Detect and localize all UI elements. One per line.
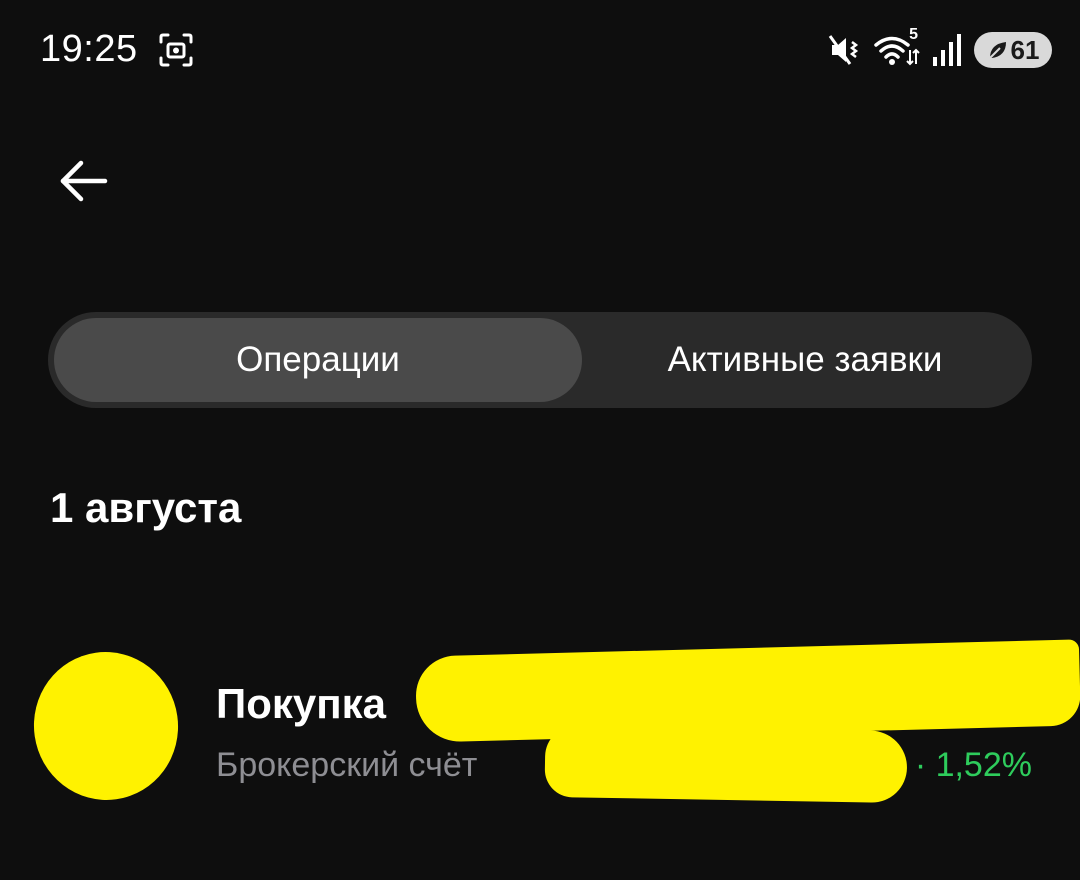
wifi-icon: 5: [874, 26, 920, 68]
redaction-mark: [544, 724, 908, 804]
date-group-header: 1 августа: [50, 484, 242, 531]
wifi-badge: 5: [909, 26, 918, 43]
vibrate-mute-icon: [828, 32, 862, 68]
operations-tabs: Операции Активные заявки: [48, 312, 1032, 408]
tab-active-orders[interactable]: Активные заявки: [584, 318, 1026, 402]
back-button[interactable]: [52, 152, 114, 210]
operation-account: Брокерский счёт: [216, 746, 478, 784]
redaction-mark: [414, 639, 1080, 743]
status-icons: 5 61: [828, 26, 1052, 70]
tab-operations-label: Операции: [236, 340, 400, 379]
tab-active-orders-label: Активные заявки: [667, 340, 943, 379]
battery-icon: 61: [974, 32, 1052, 68]
tab-operations[interactable]: Операции: [54, 318, 582, 402]
status-time: 19:25: [40, 28, 138, 70]
operation-title: Покупка: [216, 680, 386, 727]
screenshot-icon: [158, 32, 194, 68]
status-bar: 19:25 5 61: [0, 0, 1080, 100]
operation-list-item[interactable]: Покупка Брокерский счёт · 1,52%: [0, 639, 1080, 810]
operation-avatar: [24, 642, 188, 810]
cellular-signal-icon: [932, 33, 962, 67]
battery-saver-leaf-icon: [987, 39, 1009, 61]
operation-percent-change: · 1,52%: [914, 746, 1032, 784]
battery-level: 61: [1010, 34, 1040, 65]
arrow-left-icon: [60, 160, 108, 202]
